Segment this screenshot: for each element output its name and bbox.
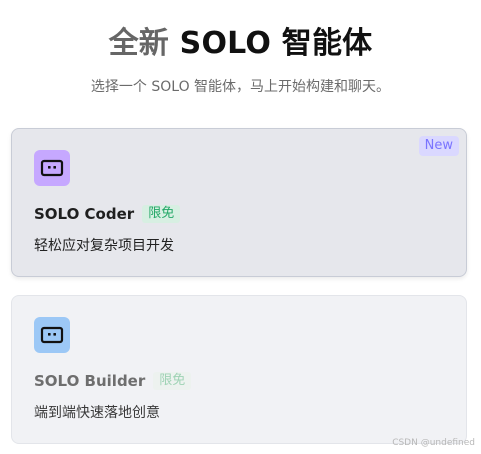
agent-name: SOLO Coder: [34, 205, 135, 223]
page-title-main: SOLO 智能体: [179, 26, 373, 61]
agent-description: 端到端快速落地创意: [34, 405, 160, 421]
watermark: CSDN @undefined: [392, 438, 475, 448]
robot-icon: [34, 150, 70, 186]
robot-icon: [34, 317, 70, 353]
agent-name-row: SOLO Coder 限免: [34, 205, 181, 223]
agent-name-row: SOLO Builder 限免: [34, 372, 192, 390]
page-title-prefix: 全新: [108, 26, 170, 61]
header: 全新 SOLO 智能体 选择一个 SOLO 智能体，马上开始构建和聊天。: [0, 18, 481, 96]
agent-card-solo-builder[interactable]: SOLO Builder 限免 端到端快速落地创意: [11, 295, 467, 444]
page-subtitle: 选择一个 SOLO 智能体，马上开始构建和聊天。: [90, 79, 391, 95]
page: 全新 SOLO 智能体 选择一个 SOLO 智能体，马上开始构建和聊天。 New…: [0, 0, 481, 454]
free-tag: 限免: [142, 205, 181, 223]
page-title: 全新 SOLO 智能体: [0, 18, 481, 62]
agent-description: 轻松应对复杂项目开发: [34, 238, 174, 254]
new-badge: New: [418, 136, 459, 156]
agent-card-solo-coder[interactable]: New SOLO Coder 限免 轻松应对复杂项目开发: [11, 128, 467, 277]
agent-name: SOLO Builder: [34, 372, 146, 390]
free-tag: 限免: [153, 372, 192, 390]
